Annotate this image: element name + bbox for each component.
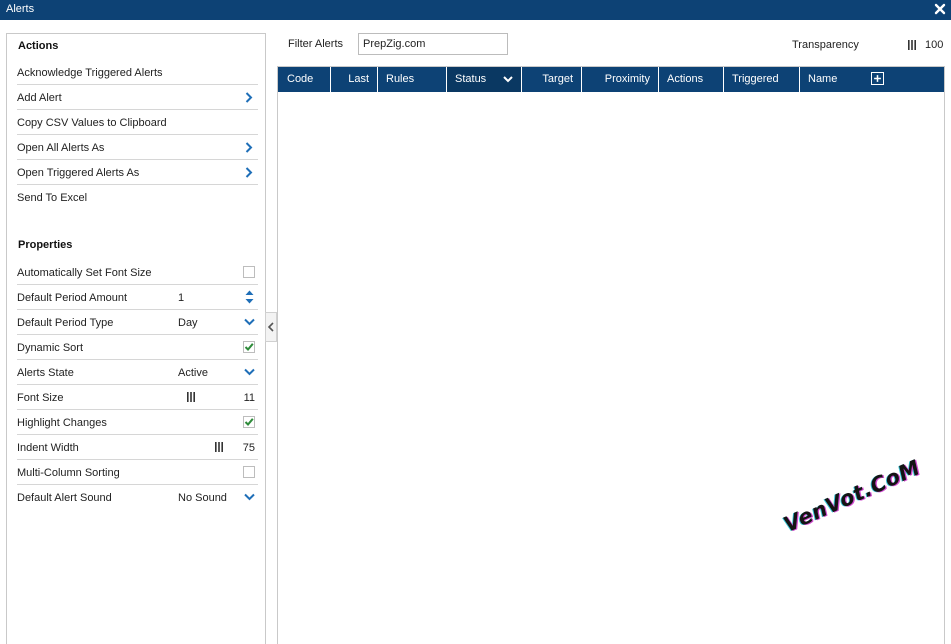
column-header-status[interactable]: Status xyxy=(447,67,522,92)
action-acknowledge-triggered-alerts[interactable]: Acknowledge Triggered Alerts xyxy=(17,60,258,85)
column-label: Rules xyxy=(386,73,415,85)
grid-header: Code Last Rules Status Target Proximity … xyxy=(278,67,944,92)
prop-highlight-changes: Highlight Changes xyxy=(17,410,258,435)
column-header-last[interactable]: Last xyxy=(331,67,378,92)
transparency-label: Transparency xyxy=(792,39,859,51)
prop-default-period-type[interactable]: Default Period Type Day xyxy=(17,310,258,335)
filter-alerts-label: Filter Alerts xyxy=(288,38,344,50)
action-label: Acknowledge Triggered Alerts xyxy=(17,67,163,79)
period-amount-value[interactable]: 1 xyxy=(178,292,184,304)
left-panel: Actions Acknowledge Triggered Alerts Add… xyxy=(6,33,266,644)
column-label: Name xyxy=(808,73,838,85)
prop-label: Default Period Type xyxy=(17,317,114,329)
prop-font-size: Font Size 11 xyxy=(17,385,258,410)
prop-label: Multi-Column Sorting xyxy=(17,467,120,479)
column-header-code[interactable]: Code xyxy=(278,67,331,92)
prop-default-period-amount: Default Period Amount 1 xyxy=(17,285,258,310)
column-label: Status xyxy=(455,73,487,85)
checkmark-icon xyxy=(244,343,254,351)
action-label: Open Triggered Alerts As xyxy=(17,167,140,179)
slider-grip-icon[interactable] xyxy=(186,392,196,402)
close-icon[interactable] xyxy=(933,2,947,16)
chevron-down-icon[interactable] xyxy=(244,318,255,326)
prop-label: Default Alert Sound xyxy=(17,492,112,504)
action-open-all-alerts-as[interactable]: Open All Alerts As xyxy=(17,135,258,160)
prop-label: Alerts State xyxy=(17,367,74,379)
chevron-left-icon xyxy=(267,322,274,332)
column-label: Last xyxy=(348,73,369,85)
up-down-stepper-icon[interactable] xyxy=(245,290,254,304)
column-header-target[interactable]: Target xyxy=(522,67,582,92)
column-header-triggered[interactable]: Triggered xyxy=(724,67,800,92)
column-header-proximity[interactable]: Proximity xyxy=(582,67,659,92)
auto-font-size-checkbox[interactable] xyxy=(243,266,255,278)
action-copy-csv[interactable]: Copy CSV Values to Clipboard xyxy=(17,110,258,135)
filter-alerts-input[interactable] xyxy=(358,33,508,55)
transparency-value: 100 xyxy=(925,39,944,51)
font-size-value: 11 xyxy=(243,392,255,404)
action-open-triggered-alerts-as[interactable]: Open Triggered Alerts As xyxy=(17,160,258,185)
transparency-slider-grip-icon[interactable] xyxy=(907,40,917,50)
column-label: Triggered xyxy=(732,73,779,85)
prop-default-alert-sound[interactable]: Default Alert Sound No Sound xyxy=(17,485,258,510)
alerts-grid: Code Last Rules Status Target Proximity … xyxy=(277,66,945,644)
properties-title: Properties xyxy=(18,239,73,251)
collapse-panel-button[interactable] xyxy=(265,312,277,342)
column-label: Code xyxy=(287,73,314,85)
chevron-right-icon xyxy=(245,92,253,103)
title-bar: Alerts xyxy=(0,0,951,20)
prop-indent-width: Indent Width 75 xyxy=(17,435,258,460)
chevron-right-icon xyxy=(245,142,253,153)
prop-label: Dynamic Sort xyxy=(17,342,84,354)
column-header-actions[interactable]: Actions xyxy=(659,67,724,92)
prop-auto-font-size: Automatically Set Font Size xyxy=(17,260,258,285)
highlight-changes-checkbox[interactable] xyxy=(243,416,255,428)
prop-dynamic-sort: Dynamic Sort xyxy=(17,335,258,360)
prop-label: Automatically Set Font Size xyxy=(17,267,152,279)
multi-column-sorting-checkbox[interactable] xyxy=(243,466,255,478)
period-type-value[interactable]: Day xyxy=(178,317,198,329)
chevron-down-icon[interactable] xyxy=(244,368,255,376)
action-label: Copy CSV Values to Clipboard xyxy=(17,117,167,129)
chevron-down-icon[interactable] xyxy=(503,76,513,83)
action-send-to-excel[interactable]: Send To Excel xyxy=(17,185,258,210)
column-label: Proximity xyxy=(604,73,650,85)
indent-width-value: 75 xyxy=(242,442,255,454)
window-title: Alerts xyxy=(6,3,35,15)
chevron-down-icon[interactable] xyxy=(244,493,255,501)
action-label: Open All Alerts As xyxy=(17,142,105,154)
add-column-icon[interactable] xyxy=(871,72,884,85)
slider-grip-icon[interactable] xyxy=(214,442,224,452)
prop-label: Highlight Changes xyxy=(17,417,107,429)
action-label: Send To Excel xyxy=(17,192,88,204)
alert-sound-value[interactable]: No Sound xyxy=(178,492,227,504)
action-label: Add Alert xyxy=(17,92,62,104)
column-header-rules[interactable]: Rules xyxy=(378,67,447,92)
column-label: Actions xyxy=(667,73,704,85)
prop-label: Font Size xyxy=(17,392,64,404)
actions-title: Actions xyxy=(18,40,59,52)
chevron-right-icon xyxy=(245,167,253,178)
dynamic-sort-checkbox[interactable] xyxy=(243,341,255,353)
prop-alerts-state[interactable]: Alerts State Active xyxy=(17,360,258,385)
prop-label: Indent Width xyxy=(17,442,79,454)
prop-label: Default Period Amount xyxy=(17,292,128,304)
action-add-alert[interactable]: Add Alert xyxy=(17,85,258,110)
column-label: Target xyxy=(542,73,573,85)
alerts-state-value[interactable]: Active xyxy=(178,367,208,379)
checkmark-icon xyxy=(244,418,254,426)
prop-multi-column-sorting: Multi-Column Sorting xyxy=(17,460,258,485)
